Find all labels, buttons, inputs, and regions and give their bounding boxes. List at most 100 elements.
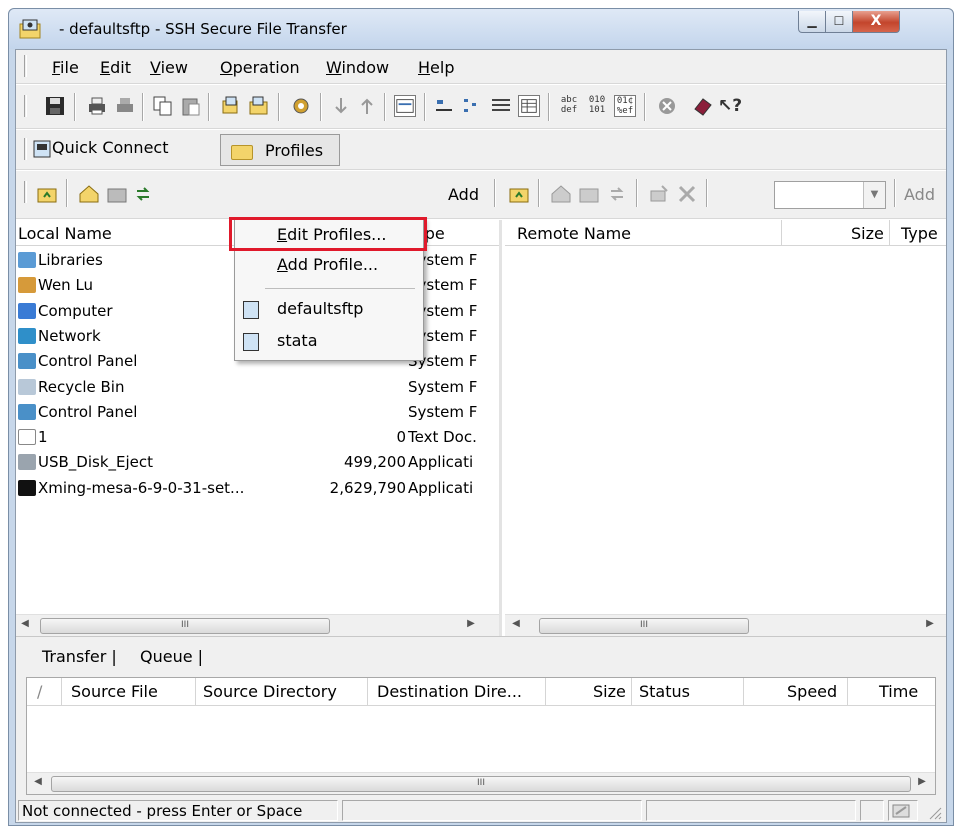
scroll-left-icon[interactable]: ◀ — [31, 776, 45, 787]
local-new-folder-icon[interactable] — [106, 183, 128, 205]
scroll-thumb[interactable]: III — [539, 618, 749, 634]
menubar-grip[interactable] — [24, 55, 27, 77]
small-icons-icon[interactable] — [462, 95, 484, 117]
connbar-grip[interactable] — [24, 138, 27, 160]
speed-column[interactable]: Speed — [787, 682, 837, 701]
toolbar-separator — [66, 179, 68, 207]
scroll-right-icon[interactable]: ▶ — [915, 776, 929, 787]
panebar-grip[interactable] — [24, 181, 27, 203]
remote-delete-icon[interactable] — [676, 183, 698, 205]
menu-window[interactable]: Window — [326, 58, 389, 77]
scroll-thumb[interactable]: III — [40, 618, 330, 634]
save-icon[interactable] — [44, 95, 66, 117]
table-row[interactable]: 1 0 Text Doc. — [16, 425, 502, 450]
quick-connect-button[interactable]: Quick Connect — [52, 138, 168, 157]
sort-indicator[interactable]: / — [37, 682, 42, 701]
local-refresh-icon[interactable] — [132, 183, 154, 205]
highlight-box — [229, 217, 427, 251]
menu-edit[interactable]: Edit — [100, 58, 131, 77]
stop-icon[interactable] — [656, 95, 678, 117]
remote-refresh-icon[interactable] — [606, 183, 628, 205]
toolbar-grip[interactable] — [24, 95, 27, 117]
maximize-button[interactable]: ☐ — [825, 11, 853, 33]
settings-icon[interactable] — [290, 95, 312, 117]
connect-profile-icon[interactable] — [248, 95, 270, 117]
scroll-left-icon[interactable]: ◀ — [509, 618, 523, 629]
download-icon[interactable] — [330, 95, 352, 117]
profile-item-stata[interactable]: stata — [235, 327, 423, 355]
remote-add-button[interactable]: Add — [904, 185, 935, 204]
menu-bar: File Edit View Operation Window Help — [16, 50, 946, 84]
print-icon[interactable] — [86, 95, 108, 117]
file-icon — [18, 454, 36, 471]
connection-bar: Quick Connect Profiles — [16, 130, 946, 170]
table-row[interactable]: Recycle Bin System F — [16, 375, 502, 400]
status-text: Not connected - press Enter or Space — [18, 800, 338, 821]
remote-hscrollbar[interactable]: ◀ III ▶ — [505, 614, 946, 636]
source-file-column[interactable]: Source File — [71, 682, 158, 701]
remote-rename-icon[interactable] — [648, 183, 670, 205]
remote-new-folder-icon[interactable] — [578, 183, 600, 205]
destination-directory-column[interactable]: Destination Dire... — [377, 682, 522, 701]
size-column[interactable]: Size — [593, 682, 626, 701]
transfer-hscrollbar[interactable]: ◀ III ▶ — [27, 772, 935, 794]
source-directory-column[interactable]: Source Directory — [203, 682, 337, 701]
file-type: Applicati — [408, 453, 474, 472]
close-button[interactable]: X — [852, 11, 900, 33]
new-terminal-icon[interactable] — [394, 95, 416, 117]
menu-view[interactable]: View — [150, 58, 188, 77]
context-help-icon[interactable]: ↖? — [718, 95, 742, 117]
auto-mode-icon[interactable]: 01¢ %ef — [614, 95, 636, 117]
binary-mode-icon[interactable]: 010 101 — [586, 95, 608, 117]
tab-transfer[interactable]: Transfer | — [42, 647, 117, 666]
table-row[interactable]: Control Panel System F — [16, 400, 502, 425]
local-hscrollbar[interactable]: ◀ III ▶ — [16, 614, 499, 636]
local-up-folder-icon[interactable] — [36, 183, 58, 205]
remote-name-column[interactable]: Remote Name — [517, 224, 631, 243]
table-row[interactable]: USB_Disk_Eject 499,200 Applicati — [16, 450, 502, 475]
add-profile-menu-item[interactable]: Add Profile... — [235, 251, 423, 279]
large-icons-icon[interactable] — [434, 95, 456, 117]
toolbar-separator — [538, 179, 540, 207]
list-view-icon[interactable] — [490, 95, 512, 117]
paste-icon[interactable] — [180, 95, 202, 117]
chevron-down-icon[interactable]: ▼ — [863, 182, 885, 208]
remote-path-combo[interactable]: ▼ — [774, 181, 886, 209]
help-book-icon[interactable] — [692, 95, 714, 117]
scroll-thumb[interactable]: III — [51, 776, 911, 792]
resize-grip-icon[interactable] — [926, 804, 942, 820]
remote-up-folder-icon[interactable] — [508, 183, 530, 205]
local-add-button[interactable]: Add — [448, 185, 479, 204]
toolbar-separator — [706, 179, 708, 207]
menu-operation[interactable]: Operation — [220, 58, 300, 77]
toolbar-separator — [142, 93, 144, 121]
connect-icon[interactable] — [220, 95, 242, 117]
status-column[interactable]: Status — [639, 682, 690, 701]
details-view-icon[interactable] — [518, 95, 540, 117]
profile-item-defaultsftp[interactable]: defaultsftp — [235, 295, 423, 323]
tab-queue[interactable]: Queue | — [140, 647, 203, 666]
scroll-right-icon[interactable]: ▶ — [923, 618, 937, 629]
local-name-column[interactable]: Local Name — [18, 224, 112, 243]
remote-header: Remote Name Size Type — [505, 220, 946, 246]
profiles-button[interactable]: Profiles — [220, 134, 340, 166]
title-bar[interactable]: - defaultsftp - SSH Secure File Transfer… — [9, 9, 953, 49]
copy-icon[interactable] — [152, 95, 174, 117]
minimize-button[interactable]: ▁ — [798, 11, 826, 33]
upload-icon[interactable] — [356, 95, 378, 117]
ascii-mode-icon[interactable]: abc def — [558, 95, 580, 117]
print-gray-icon[interactable] — [114, 95, 136, 117]
file-name: Wen Lu — [38, 276, 94, 295]
remote-type-column[interactable]: Type — [901, 224, 938, 243]
app-window: - defaultsftp - SSH Secure File Transfer… — [8, 8, 954, 826]
scroll-right-icon[interactable]: ▶ — [464, 618, 478, 629]
scroll-left-icon[interactable]: ◀ — [18, 618, 32, 629]
local-home-icon[interactable] — [78, 183, 100, 205]
remote-home-icon[interactable] — [550, 183, 572, 205]
menu-file[interactable]: File — [52, 58, 79, 77]
time-column[interactable]: Time — [879, 682, 918, 701]
table-row[interactable]: Xming-mesa-6-9-0-31-set... 2,629,790 Appli… — [16, 476, 502, 501]
remote-size-column[interactable]: Size — [851, 224, 884, 243]
column-divider — [631, 678, 632, 706]
menu-help[interactable]: Help — [418, 58, 454, 77]
